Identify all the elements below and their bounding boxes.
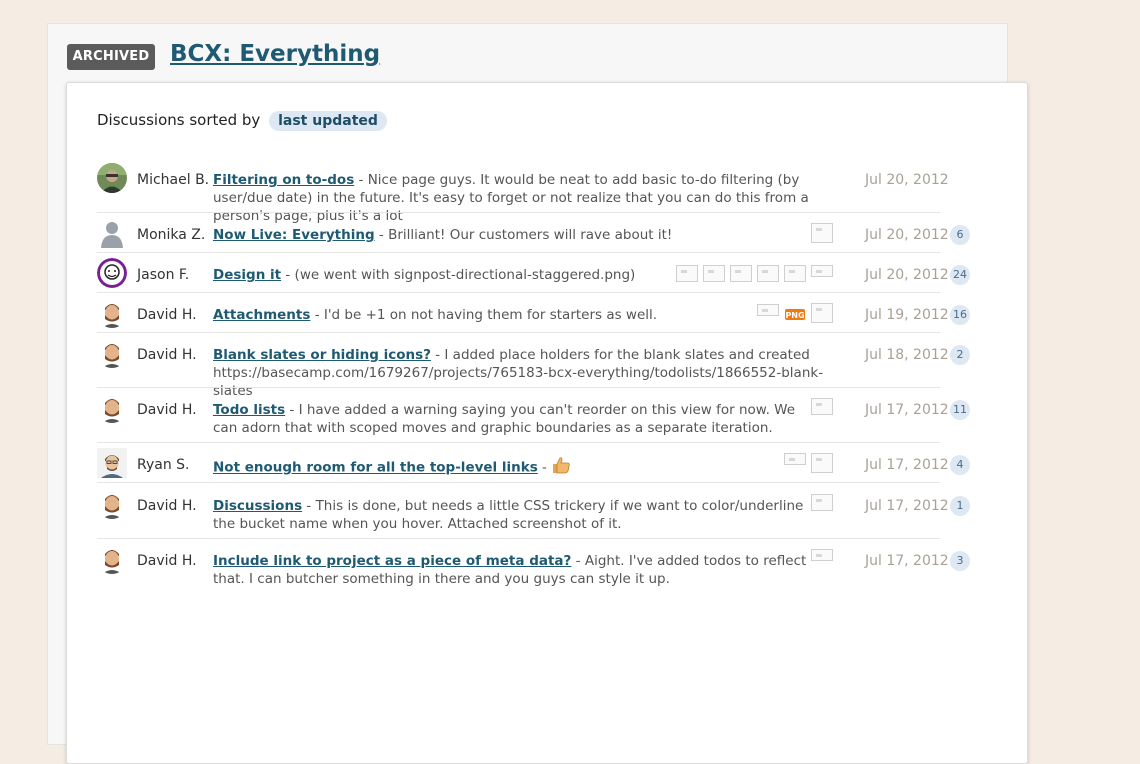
discussion-date: Jul 17, 2012 <box>865 498 949 514</box>
discussion-excerpt: Todo lists - I have added a warning sayi… <box>213 401 813 437</box>
avatar <box>97 393 127 423</box>
discussion-date: Jul 17, 2012 <box>865 457 949 473</box>
author-name: David H. <box>137 402 197 418</box>
avatar <box>97 338 127 368</box>
discussion-excerpt: Include link to project as a piece of me… <box>213 552 813 588</box>
row-divider <box>97 387 940 388</box>
discussion-row[interactable]: Monika Z. Now Live: Everything - Brillia… <box>97 218 972 253</box>
discussion-date: Jul 20, 2012 <box>865 267 949 283</box>
avatar <box>97 448 127 478</box>
avatar <box>97 163 127 193</box>
discussion-date: Jul 17, 2012 <box>865 553 949 569</box>
attachment-thumbnail[interactable] <box>811 453 833 473</box>
row-divider <box>97 212 940 213</box>
discussion-preview: - Brilliant! Our customers will rave abo… <box>374 227 673 243</box>
discussion-excerpt: Not enough room for all the top-level li… <box>213 456 673 479</box>
avatar <box>97 489 127 519</box>
author-name: David H. <box>137 553 197 569</box>
discussion-date: Jul 17, 2012 <box>865 402 949 418</box>
discussion-preview: - I'd be +1 on not having them for start… <box>310 307 658 323</box>
discussion-row[interactable]: David H. Blank slates or hiding icons? -… <box>97 338 972 399</box>
discussion-row[interactable]: Michael B. Filtering on to-dos - Nice pa… <box>97 163 972 224</box>
discussion-subject-link[interactable]: Design it <box>213 267 281 283</box>
discussion-date: Jul 19, 2012 <box>865 307 949 323</box>
attachment-thumbnail[interactable] <box>703 265 725 282</box>
discussion-preview: - This is done, but needs a little CSS t… <box>213 498 804 532</box>
comment-count-badge[interactable]: 24 <box>950 265 970 285</box>
comment-count-badge[interactable]: 1 <box>950 496 970 516</box>
attachment-thumbnail[interactable] <box>757 265 779 282</box>
discussion-subject-link[interactable]: Blank slates or hiding icons? <box>213 347 431 363</box>
discussion-subject-link[interactable]: Now Live: Everything <box>213 227 375 243</box>
author-name: David H. <box>137 347 197 363</box>
discussion-subject-link[interactable]: Todo lists <box>213 402 285 418</box>
discussion-excerpt: Blank slates or hiding icons? - I added … <box>213 346 838 400</box>
discussion-subject-link[interactable]: Filtering on to-dos <box>213 172 354 188</box>
row-divider <box>97 482 940 483</box>
discussion-row[interactable]: David H. Todo lists - I have added a war… <box>97 393 972 443</box>
discussion-row[interactable]: David H. Attachments - I'd be +1 on not … <box>97 298 972 333</box>
discussion-subject-link[interactable]: Discussions <box>213 498 302 514</box>
avatar <box>97 218 127 248</box>
sort-label: Discussions sorted by <box>97 111 261 129</box>
attachment-thumbnail[interactable] <box>811 265 833 277</box>
discussion-subject-link[interactable]: Not enough room for all the top-level li… <box>213 460 538 476</box>
attachment-thumbnail[interactable] <box>784 453 806 465</box>
attachment-thumbnail[interactable] <box>730 265 752 282</box>
attachment-thumbnail[interactable] <box>811 303 833 323</box>
row-divider <box>97 538 940 539</box>
comment-count-badge[interactable]: 4 <box>950 455 970 475</box>
attachment-thumbnail[interactable] <box>811 398 833 415</box>
comment-count-badge[interactable]: 6 <box>950 225 970 245</box>
comment-count-badge[interactable]: 16 <box>950 305 970 325</box>
attachment-thumbnail[interactable] <box>784 265 806 282</box>
discussion-excerpt: Discussions - This is done, but needs a … <box>213 497 813 533</box>
thumbs-up-icon <box>551 456 571 479</box>
discussion-excerpt: Design it - (we went with signpost-direc… <box>213 266 673 284</box>
discussion-excerpt: Filtering on to-dos - Nice page guys. It… <box>213 171 838 225</box>
author-name: David H. <box>137 307 197 323</box>
discussion-date: Jul 20, 2012 <box>865 172 949 188</box>
avatar <box>97 258 127 288</box>
project-title-link[interactable]: BCX: Everything <box>170 41 380 67</box>
discussion-row[interactable]: David H. Discussions - This is done, but… <box>97 489 972 539</box>
discussion-preview: - <box>537 459 552 476</box>
discussion-subject-link[interactable]: Include link to project as a piece of me… <box>213 553 571 569</box>
row-divider <box>97 332 940 333</box>
sort-line: Discussions sorted by last updated <box>97 111 387 131</box>
comment-count-badge[interactable]: 3 <box>950 551 970 571</box>
discussion-row[interactable]: David H. Include link to project as a pi… <box>97 544 972 594</box>
svg-text:PNG: PNG <box>785 311 804 320</box>
author-name: Monika Z. <box>137 227 206 243</box>
attachment-thumbnail[interactable] <box>676 265 698 282</box>
comment-count-badge[interactable]: 2 <box>950 345 970 365</box>
discussion-row[interactable]: Jason F. Design it - (we went with signp… <box>97 258 972 293</box>
png-file-icon[interactable]: PNG <box>784 305 806 323</box>
discussion-excerpt: Now Live: Everything - Brilliant! Our cu… <box>213 226 803 244</box>
discussion-preview: - I have added a warning saying you can'… <box>213 402 796 436</box>
sort-option-button[interactable]: last updated <box>269 111 387 131</box>
row-divider <box>97 292 940 293</box>
comment-count-badge[interactable]: 11 <box>950 400 970 420</box>
archived-badge: ARCHIVED <box>67 44 155 70</box>
attachment-thumbnail[interactable] <box>811 494 833 511</box>
row-divider <box>97 442 940 443</box>
avatar <box>97 298 127 328</box>
author-name: Michael B. <box>137 172 210 188</box>
author-name: Ryan S. <box>137 457 190 473</box>
attachment-thumbnail[interactable] <box>811 549 833 561</box>
discussion-date: Jul 20, 2012 <box>865 227 949 243</box>
discussion-excerpt: Attachments - I'd be +1 on not having th… <box>213 306 733 324</box>
author-name: David H. <box>137 498 197 514</box>
avatar <box>97 544 127 574</box>
discussion-preview: - (we went with signpost-directional-sta… <box>281 267 636 283</box>
attachment-thumbnail[interactable] <box>757 304 779 316</box>
discussion-subject-link[interactable]: Attachments <box>213 307 310 323</box>
discussion-date: Jul 18, 2012 <box>865 347 949 363</box>
discussion-row[interactable]: Ryan S. Not enough room for all the top-… <box>97 448 972 483</box>
author-name: Jason F. <box>137 267 190 283</box>
row-divider <box>97 252 940 253</box>
attachment-thumbnail[interactable] <box>811 223 833 243</box>
